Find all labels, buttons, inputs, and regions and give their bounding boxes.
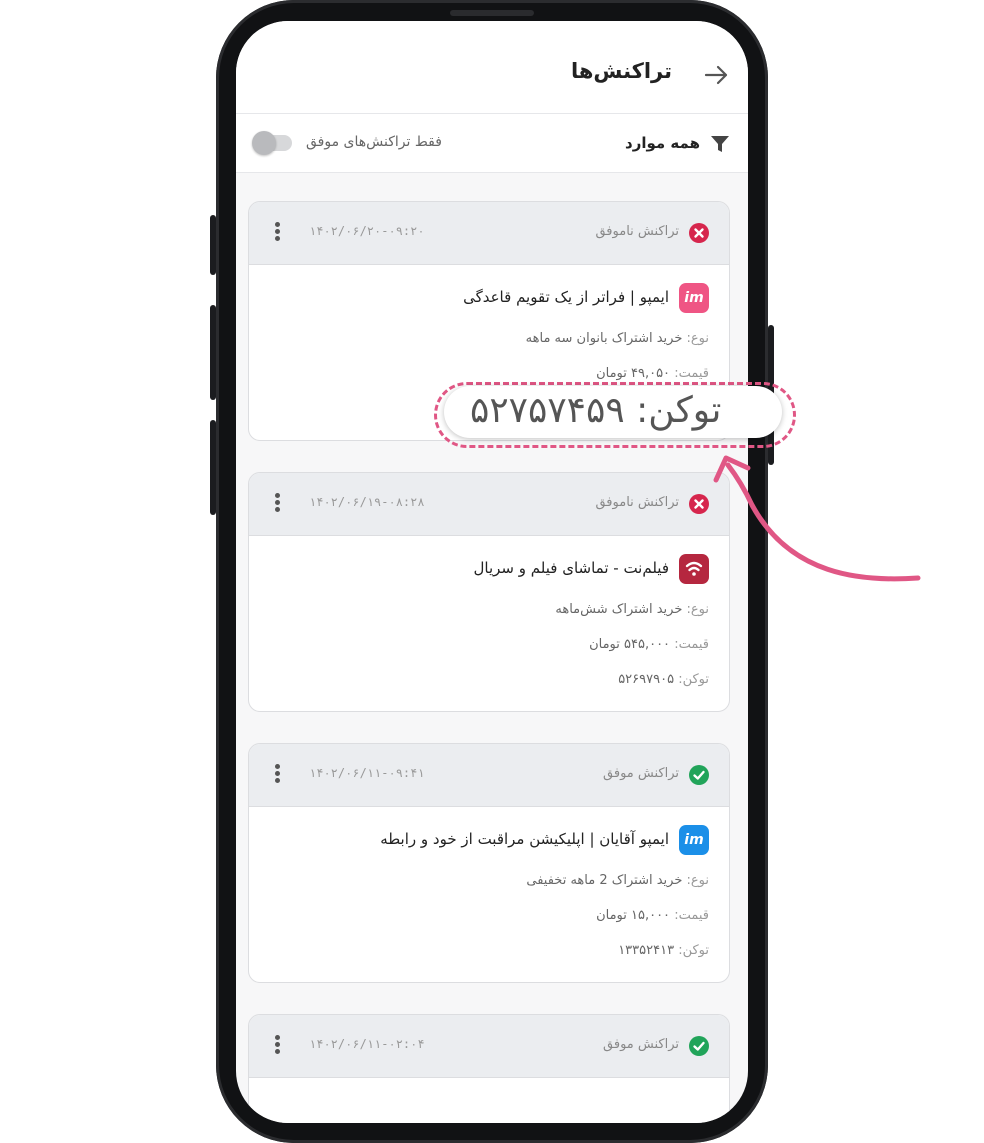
more-options-icon[interactable] [274,1035,282,1059]
status-text: تراکنش ناموفق [595,224,679,239]
phone-side-button [210,305,216,400]
token-row: توکن: ۱۳۳۵۲۴۱۳ [618,943,709,958]
app-name: ایمپو | فراتر از یک تقویم قاعدگی [463,288,669,306]
transaction-date: ۱۴۰۲/۰۶/۱۱-۰۲:۰۴ [309,1037,425,1051]
more-options-icon[interactable] [274,493,282,517]
type-value: خرید اشتراک 2 ماهه تخفیفی [526,873,683,888]
type-value: خرید اشتراک شش‌ماهه [555,602,683,617]
token-label: توکن: [678,943,709,958]
success-status-icon [689,1036,709,1056]
price-label: قیمت: [674,908,709,923]
transaction-date: ۱۴۰۲/۰۶/۱۱-۰۹:۴۱ [309,766,425,780]
annotation-token-text: توکن: ۵۲۷۵۷۴۵۹ [470,390,722,431]
token-label: توکن: [678,672,709,687]
app-name: ایمپو آقایان | اپلیکیشن مراقبت از خود و … [380,830,669,848]
type-label: نوع: [686,602,709,617]
success-status-icon [689,765,709,785]
phone-side-button [210,420,216,515]
type-label: نوع: [686,331,709,346]
price-row: قیمت: ۴۹,۰۵۰ تومان [596,366,709,381]
transaction-card-header: تراکنش ناموفق ۱۴۰۲/۰۶/۱۹-۰۸:۲۸ [249,473,729,536]
filter-icon[interactable] [710,134,730,154]
price-value: ۱۵,۰۰۰ تومان [596,908,671,923]
phone-notch [450,10,534,16]
failed-status-icon [689,223,709,243]
toggle-knob[interactable] [252,131,276,155]
type-value: خرید اشتراک بانوان سه ماهه [525,331,683,346]
price-row: قیمت: ۱۵,۰۰۰ تومان [596,908,709,923]
price-row: قیمت: ۵۴۵,۰۰۰ تومان [589,637,709,652]
type-row: نوع: خرید اشتراک 2 ماهه تخفیفی [526,873,709,888]
token-row: توکن: ۵۲۶۹۷۹۰۵ [618,672,709,687]
transaction-date: ۱۴۰۲/۰۶/۲۰-۰۹:۲۰ [309,224,425,238]
status-text: تراکنش موفق [603,766,679,781]
more-options-icon[interactable] [274,764,282,788]
type-row: نوع: خرید اشتراک بانوان سه ماهه [526,331,709,346]
success-only-toggle[interactable] [252,131,292,155]
transaction-date: ۱۴۰۲/۰۶/۱۹-۰۸:۲۸ [309,495,425,509]
price-label: قیمت: [674,366,709,381]
transaction-card-header: تراکنش ناموفق ۱۴۰۲/۰۶/۲۰-۰۹:۲۰ [249,202,729,265]
more-options-icon[interactable] [274,222,282,246]
type-row: نوع: خرید اشتراک شش‌ماهه [555,602,709,617]
transaction-card: تراکنش موفق ۱۴۰۲/۰۶/۱۱-۰۹:۴۱ im ایمپو آق… [248,743,730,983]
arrow-right-icon[interactable] [702,61,730,89]
filter-dropdown[interactable]: همه موارد [625,134,700,152]
transaction-card-header: تراکنش موفق ۱۴۰۲/۰۶/۱۱-۰۹:۴۱ [249,744,729,807]
failed-status-icon [689,494,709,514]
page-title: تراکنش‌ها [570,59,672,83]
price-value: ۴۹,۰۵۰ تومان [596,366,671,381]
transaction-card: تراکنش موفق ۱۴۰۲/۰۶/۱۱-۰۲:۰۴ [248,1014,730,1123]
filimo-logo-icon [679,554,709,584]
token-value: ۱۳۳۵۲۴۱۳ [618,943,675,958]
transaction-card: تراکنش ناموفق ۱۴۰۲/۰۶/۱۹-۰۸:۲۸ فیلم‌نت -… [248,472,730,712]
price-value: ۵۴۵,۰۰۰ تومان [589,637,671,652]
success-only-label: فقط تراکنش‌های موفق [306,134,442,150]
status-text: تراکنش موفق [603,1037,679,1052]
app-bar: تراکنش‌ها [236,21,748,114]
phone-side-button [210,215,216,275]
transaction-card-header: تراکنش موفق ۱۴۰۲/۰۶/۱۱-۰۲:۰۴ [249,1015,729,1078]
app-logo: im [679,825,709,855]
filter-bar: همه موارد فقط تراکنش‌های موفق [236,114,748,173]
app-screen: تراکنش‌ها همه موارد فقط تراکنش‌های موفق … [236,21,748,1123]
app-name: فیلم‌نت - تماشای فیلم و سریال [473,559,669,577]
app-logo: im [679,283,709,313]
price-label: قیمت: [674,637,709,652]
type-label: نوع: [686,873,709,888]
token-value: ۵۲۶۹۷۹۰۵ [618,672,675,687]
status-text: تراکنش ناموفق [595,495,679,510]
